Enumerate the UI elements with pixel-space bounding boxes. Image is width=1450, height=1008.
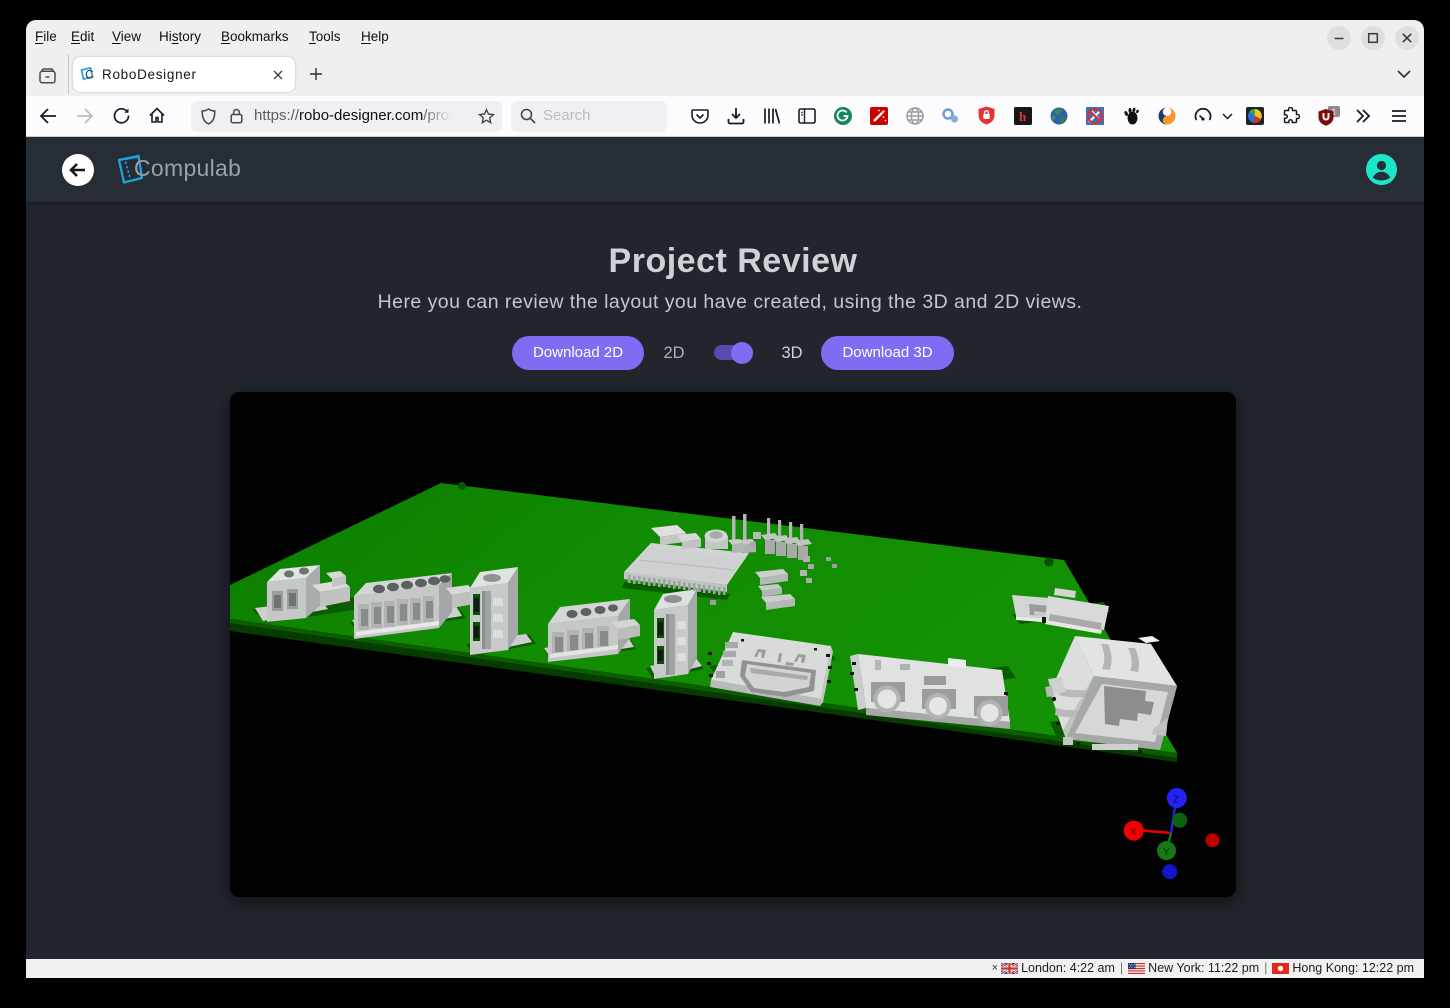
svg-text:X: X xyxy=(1130,827,1137,838)
svg-text:C: C xyxy=(85,70,93,82)
svg-text:Z: Z xyxy=(1173,795,1179,806)
svg-text:Y: Y xyxy=(1163,847,1170,858)
svg-text:h: h xyxy=(1019,109,1027,124)
